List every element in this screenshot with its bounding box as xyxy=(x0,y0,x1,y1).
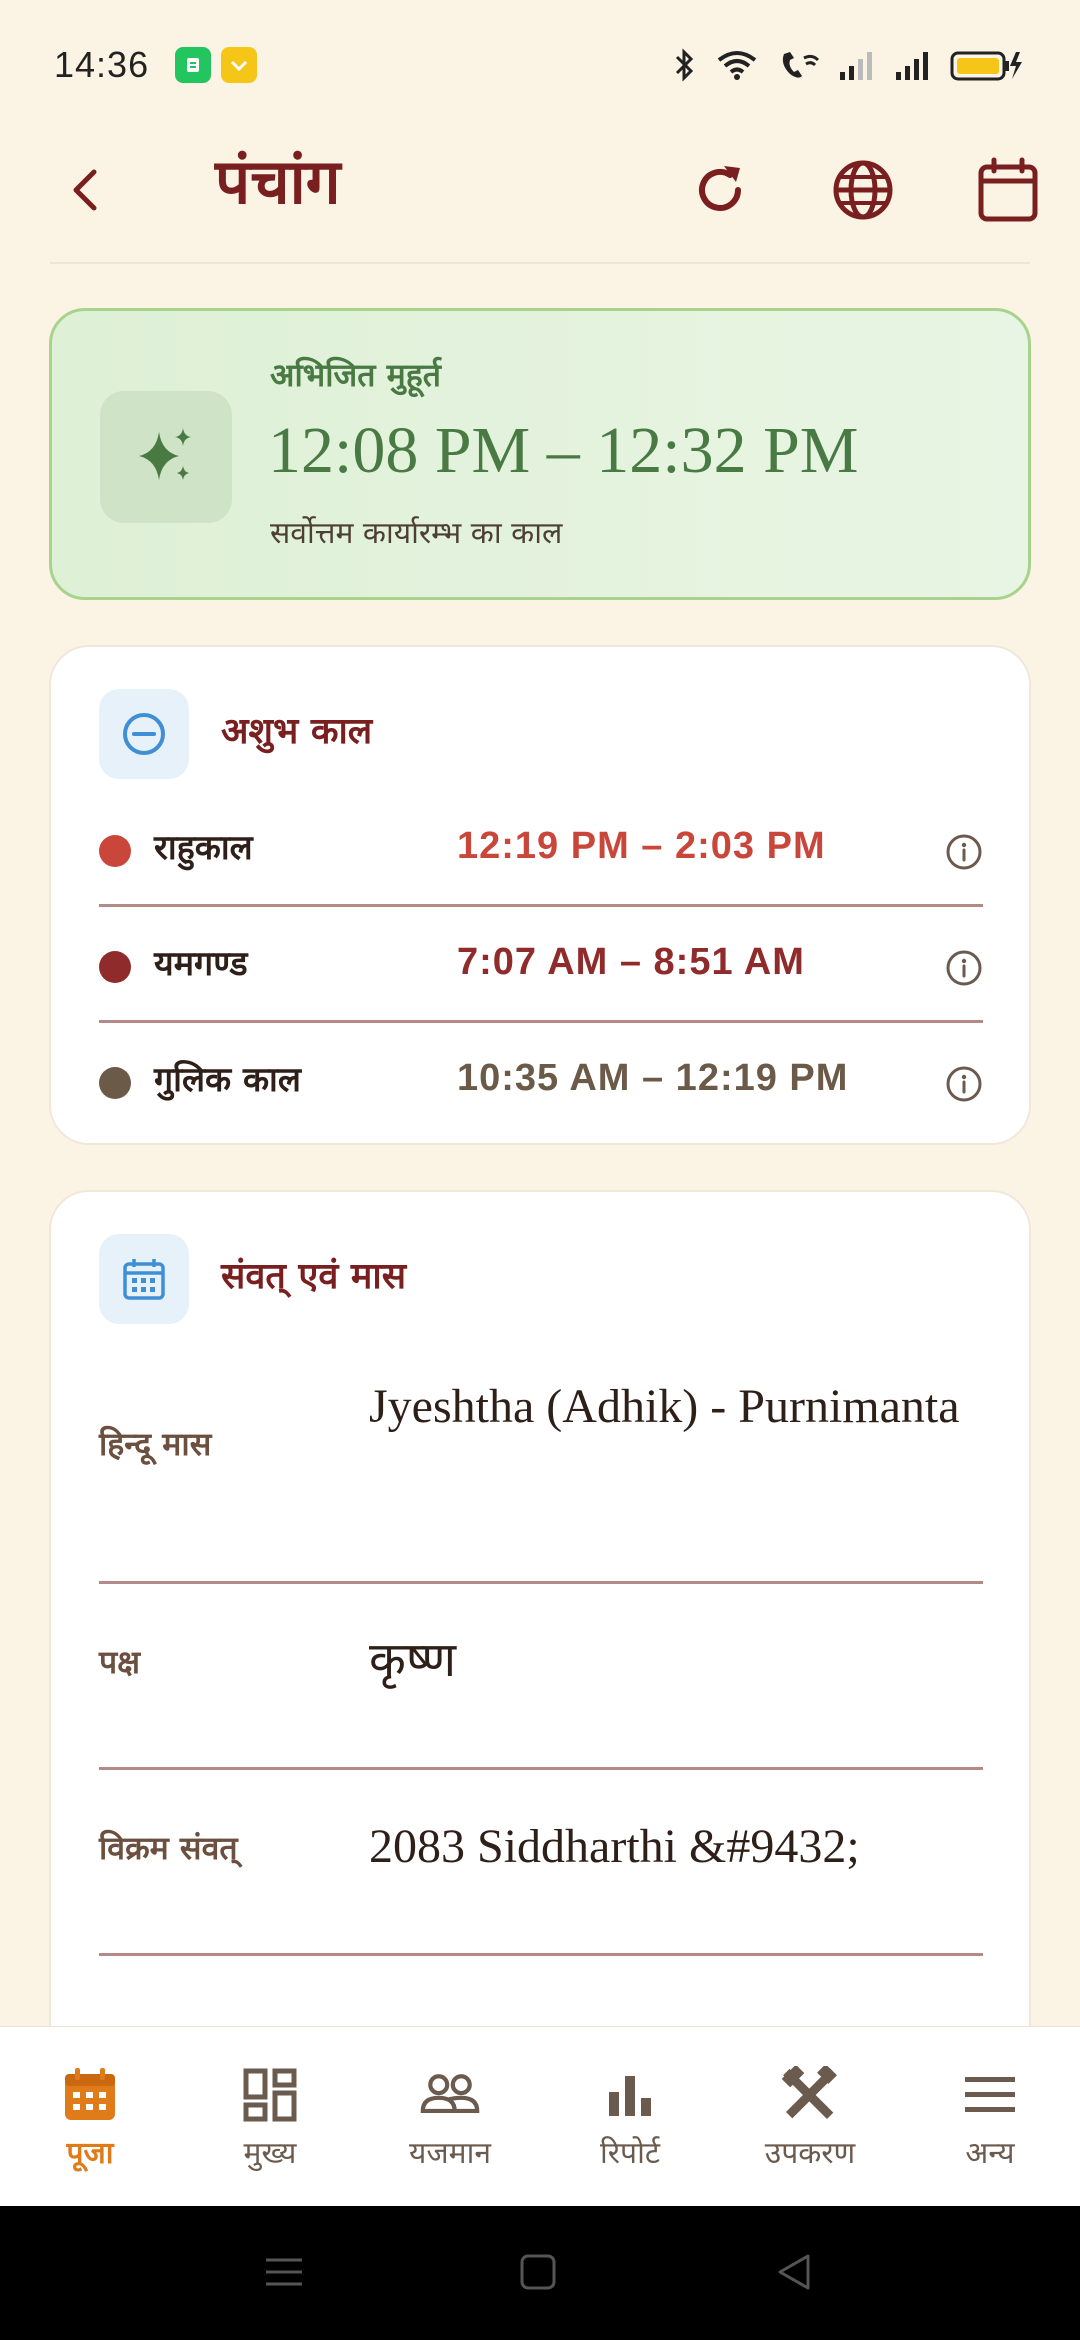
menu-icon xyxy=(960,2065,1020,2125)
nav-item-mukhya[interactable]: मुख्य xyxy=(180,2027,360,2206)
app-bar: पंचांग xyxy=(0,130,1080,265)
calendar-button[interactable] xyxy=(968,150,1048,230)
ashubh-kaal-card: अशुभ काल राहुकाल 12:19 PM – 2:03 PM यमगण… xyxy=(49,645,1031,1145)
nav-label: उपकरण xyxy=(764,2136,856,2171)
info-label: हिन्दू मास xyxy=(99,1425,212,1463)
ashubh-title: अशुभ काल xyxy=(221,710,373,752)
info-row-vikram-samvat: विक्रम संवत् 2083 Siddharthi &#9432; xyxy=(99,1770,983,1956)
info-icon[interactable] xyxy=(945,949,983,987)
row-divider xyxy=(99,1953,983,1956)
abhijit-subtitle: सर्वोत्तम कार्यारम्भ का काल xyxy=(270,516,563,551)
back-system-button[interactable] xyxy=(772,2250,822,2300)
info-label: पक्ष xyxy=(99,1643,141,1681)
info-value: Jyeshtha (Adhik) - Purnimanta xyxy=(369,1380,960,1433)
status-dot xyxy=(99,1067,131,1099)
info-icon[interactable] xyxy=(945,1065,983,1103)
nav-label: यजमान xyxy=(408,2136,492,2171)
page-title: पंचांग xyxy=(215,145,341,218)
kaal-range: 10:35 AM – 12:19 PM xyxy=(457,1057,849,1099)
kaal-row-gulik: गुलिक काल 10:35 AM – 12:19 PM xyxy=(99,1023,983,1123)
signal-2-icon xyxy=(896,52,928,80)
home-button[interactable] xyxy=(516,2250,566,2300)
calendar-icon xyxy=(978,157,1038,222)
kaal-name: यमगण्ड xyxy=(154,944,248,984)
app-notification-icon xyxy=(175,47,212,83)
nav-item-report[interactable]: रिपोर्ट xyxy=(540,2027,720,2206)
abhijit-time: 12:08 PM – 12:32 PM xyxy=(268,414,859,487)
kaal-name: गुलिक काल xyxy=(154,1060,301,1100)
signal-1-icon xyxy=(840,52,872,80)
calendar-icon xyxy=(60,2065,120,2125)
info-row-hindu-maas: हिन्दू मास Jyeshtha (Adhik) - Purnimanta xyxy=(99,1372,983,1584)
system-navigation-bar xyxy=(0,2206,1080,2340)
info-row-paksha: पक्ष कृष्ण xyxy=(99,1584,983,1770)
globe-icon xyxy=(833,160,893,220)
language-button[interactable] xyxy=(823,150,903,230)
square-icon xyxy=(520,2254,556,2290)
chevron-left-icon xyxy=(73,169,97,211)
info-value: कृष्ण xyxy=(369,1634,457,1687)
bar-chart-icon xyxy=(600,2065,660,2125)
samvat-title: संवत् एवं मास xyxy=(221,1255,407,1297)
wifi-icon xyxy=(717,51,757,80)
bottom-navigation: पूजा मुख्य यजमान रिपोर्ट उपकरण अन्य xyxy=(0,2026,1080,2206)
kaal-row-yamagand: यमगण्ड 7:07 AM – 8:51 AM xyxy=(99,907,983,1023)
menu-lines-icon xyxy=(266,2258,302,2286)
status-dot xyxy=(99,951,131,983)
shield-notification-icon xyxy=(221,47,258,83)
nav-item-upkaran[interactable]: उपकरण xyxy=(720,2027,900,2206)
status-dot xyxy=(99,835,131,867)
nav-item-puja[interactable]: पूजा xyxy=(0,2027,180,2206)
people-icon xyxy=(420,2065,480,2125)
nav-label: रिपोर्ट xyxy=(600,2136,660,2171)
back-button[interactable] xyxy=(60,160,110,220)
refresh-icon xyxy=(699,166,741,211)
kaal-name: राहुकाल xyxy=(154,828,253,868)
recents-button[interactable] xyxy=(262,2250,312,2300)
kaal-range: 12:19 PM – 2:03 PM xyxy=(457,825,826,867)
bluetooth-icon xyxy=(675,48,694,82)
nav-label: अन्य xyxy=(965,2136,1015,2171)
wifi-calling-icon xyxy=(782,52,820,78)
kaal-range: 7:07 AM – 8:51 AM xyxy=(457,941,805,983)
info-label: विक्रम संवत् xyxy=(99,1829,238,1867)
status-time: 14:36 xyxy=(54,44,150,85)
minus-circle-icon xyxy=(99,689,189,779)
info-icon[interactable] xyxy=(945,833,983,871)
abhijit-muhurat-card: अभिजित मुहूर्त 12:08 PM – 12:32 PM सर्वो… xyxy=(49,308,1031,600)
app-bar-divider xyxy=(50,262,1030,264)
battery-icon xyxy=(950,51,1022,81)
kaal-row-rahukaal: राहुकाल 12:19 PM – 2:03 PM xyxy=(99,791,983,907)
nav-label: मुख्य xyxy=(243,2136,297,2171)
status-bar: 14:36 xyxy=(0,0,1080,130)
info-value: 2083 Siddharthi &#9432; xyxy=(369,1820,860,1873)
triangle-back-icon xyxy=(778,2254,810,2290)
nav-item-anya[interactable]: अन्य xyxy=(900,2027,1080,2206)
abhijit-label: अभिजित मुहूर्त xyxy=(270,356,442,394)
nav-item-yajman[interactable]: यजमान xyxy=(360,2027,540,2206)
dashboard-icon xyxy=(240,2065,300,2125)
tools-icon xyxy=(780,2065,840,2125)
sparkle-icon xyxy=(100,391,232,523)
refresh-button[interactable] xyxy=(680,150,760,230)
nav-label: पूजा xyxy=(66,2136,114,2171)
calendar-grid-icon xyxy=(99,1234,189,1324)
